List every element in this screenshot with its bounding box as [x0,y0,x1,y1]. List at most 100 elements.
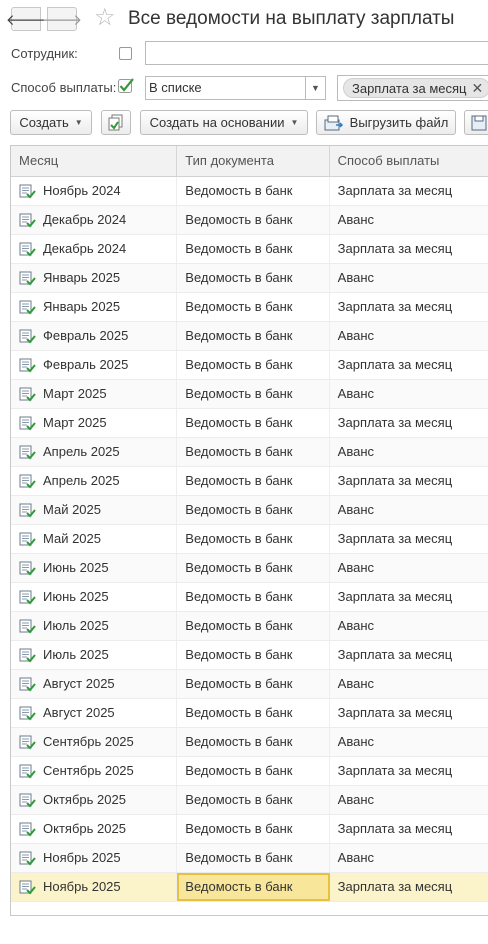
cell-doc-type[interactable]: Ведомость в банк [177,670,330,698]
cell-doc-type[interactable]: Ведомость в банк [177,641,330,669]
cell-doc-type[interactable]: Ведомость в банк [177,293,330,321]
cell-month[interactable]: Февраль 2025 [11,351,178,379]
cell-month[interactable]: Ноябрь 2025 [11,844,178,872]
cell-payment-method[interactable]: Зарплата за месяц [330,641,488,669]
cell-month[interactable]: Март 2025 [11,409,178,437]
column-header-doc-type[interactable]: Тип документа [177,146,330,176]
cell-month[interactable]: Март 2025 [11,380,178,408]
cell-payment-method[interactable]: Аванс [330,844,488,872]
cell-payment-method[interactable]: Аванс [330,438,488,466]
column-header-payment-method[interactable]: Способ выплаты [330,146,488,176]
cell-month[interactable]: Декабрь 2024 [11,206,178,234]
table-row[interactable]: Июнь 2025 Ведомость в банк Аванс [11,554,488,583]
cell-doc-type[interactable]: Ведомость в банк [177,583,330,611]
table-row[interactable]: Апрель 2025 Ведомость в банк Аванс [11,438,488,467]
cell-payment-method[interactable]: Аванс [330,670,488,698]
cell-payment-method[interactable]: Зарплата за месяц [330,699,488,727]
table-row[interactable]: Январь 2025 Ведомость в банк Зарплата за м… [11,293,488,322]
cell-month[interactable]: Январь 2025 [11,293,178,321]
back-button[interactable]: 🡐 [6,7,46,31]
cell-doc-type[interactable]: Ведомость в банк [177,786,330,814]
cell-payment-method[interactable]: Зарплата за месяц [330,815,488,843]
cell-doc-type[interactable]: Ведомость в банк [177,322,330,350]
cell-payment-method[interactable]: Аванс [330,206,488,234]
cell-payment-method[interactable]: Зарплата за месяц [330,235,488,263]
cell-month[interactable]: Июль 2025 [11,612,178,640]
cell-month[interactable]: Июнь 2025 [11,583,178,611]
table-row[interactable]: Сентябрь 2025 Ведомость в банк Аванс [11,728,488,757]
cell-doc-type[interactable]: Ведомость в банк [177,699,330,727]
cell-month[interactable]: Октябрь 2025 [11,786,178,814]
cell-doc-type[interactable]: Ведомость в банк [177,467,330,495]
cell-doc-type[interactable]: Ведомость в банк [177,264,330,292]
cell-payment-method[interactable]: Зарплата за месяц [330,177,488,205]
cell-month[interactable]: Сентябрь 2025 [11,757,178,785]
cell-payment-method[interactable]: Зарплата за месяц [330,409,488,437]
cell-payment-method[interactable]: Аванс [330,612,488,640]
cell-doc-type[interactable]: Ведомость в банк [177,844,330,872]
table-row[interactable]: Сентябрь 2025 Ведомость в банк Зарплата за… [11,757,488,786]
table-row[interactable]: Апрель 2025 Ведомость в банк Зарплата за м… [11,467,488,496]
table-row[interactable]: Ноябрь 2025 Ведомость в банк Аванс [11,844,488,873]
table-row[interactable]: Декабрь 2024 Ведомость в банк Зарплата за … [11,235,488,264]
cell-month[interactable]: Май 2025 [11,496,178,524]
statements-table[interactable]: Месяц Тип документа Способ выплаты Ноябр… [10,145,488,916]
table-row[interactable]: Март 2025 Ведомость в банк Аванс [11,380,488,409]
table-row[interactable]: Октябрь 2025 Ведомость в банк Зарплата за … [11,815,488,844]
cell-month[interactable]: Май 2025 [11,525,178,553]
table-row[interactable]: Декабрь 2024 Ведомость в банк Аванс [11,206,488,235]
cell-payment-method[interactable]: Зарплата за месяц [330,467,488,495]
create-button[interactable]: Создать ▼ [10,110,92,135]
cell-doc-type[interactable]: Ведомость в банк [177,177,330,205]
cell-month[interactable]: Август 2025 [11,670,178,698]
table-row[interactable]: Январь 2025 Ведомость в банк Аванс [11,264,488,293]
export-file-button[interactable]: Выгрузить файл [316,110,456,135]
cell-month[interactable]: Февраль 2025 [11,322,178,350]
cell-month[interactable]: Август 2025 [11,699,178,727]
employee-filter-checkbox[interactable] [119,47,132,60]
table-row[interactable]: Ноябрь 2025 Ведомость в банк Зарплата за м… [11,873,488,902]
employee-field[interactable] [145,41,488,65]
cell-doc-type[interactable]: Ведомость в банк [177,206,330,234]
cell-payment-method[interactable]: Зарплата за месяц [330,757,488,785]
cell-doc-type[interactable]: Ведомость в банк [177,380,330,408]
table-row[interactable]: Ноябрь 2024 Ведомость в банк Зарплата за м… [11,177,488,206]
cell-doc-type[interactable]: Ведомость в банк [177,873,330,901]
cell-payment-method[interactable]: Аванс [330,322,488,350]
cell-month[interactable]: Январь 2025 [11,264,178,292]
table-row[interactable]: Июль 2025 Ведомость в банк Аванс [11,612,488,641]
table-row[interactable]: Июль 2025 Ведомость в банк Зарплата за мес… [11,641,488,670]
table-row[interactable]: Февраль 2025 Ведомость в банк Аванс [11,322,488,351]
payment-method-checkbox[interactable] [118,78,135,95]
payment-method-tag[interactable]: Зарплата за месяц ✕ [343,78,488,98]
table-row[interactable]: Май 2025 Ведомость в банк Аванс [11,496,488,525]
cell-doc-type[interactable]: Ведомость в банк [177,496,330,524]
cell-month[interactable]: Апрель 2025 [11,467,178,495]
cell-month[interactable]: Июнь 2025 [11,554,178,582]
cell-doc-type[interactable]: Ведомость в банк [177,728,330,756]
column-header-month[interactable]: Месяц [11,146,178,176]
forward-button[interactable]: 🡒 [42,7,82,31]
cell-payment-method[interactable]: Зарплата за месяц [330,583,488,611]
table-row[interactable]: Август 2025 Ведомость в банк Зарплата за м… [11,699,488,728]
cell-month[interactable]: Декабрь 2024 [11,235,178,263]
cell-doc-type[interactable]: Ведомость в банк [177,612,330,640]
cell-month[interactable]: Ноябрь 2025 [11,873,178,901]
cell-month[interactable]: Июль 2025 [11,641,178,669]
cell-doc-type[interactable]: Ведомость в банк [177,438,330,466]
cell-month[interactable]: Сентябрь 2025 [11,728,178,756]
cell-doc-type[interactable]: Ведомость в банк [177,235,330,263]
cell-payment-method[interactable]: Аванс [330,786,488,814]
remove-tag-icon[interactable]: ✕ [472,80,484,97]
table-row[interactable]: Май 2025 Ведомость в банк Зарплата за меся… [11,525,488,554]
cell-payment-method[interactable]: Зарплата за месяц [330,351,488,379]
cell-payment-method[interactable]: Аванс [330,380,488,408]
more-actions-button[interactable] [464,110,488,135]
favorite-star-icon[interactable]: ☆ [94,5,116,31]
cell-doc-type[interactable]: Ведомость в банк [177,351,330,379]
cell-payment-method[interactable]: Зарплата за месяц [330,873,488,901]
cell-doc-type[interactable]: Ведомость в банк [177,757,330,785]
cell-payment-method[interactable]: Аванс [330,264,488,292]
copy-document-button[interactable] [101,110,131,135]
cell-payment-method[interactable]: Аванс [330,728,488,756]
